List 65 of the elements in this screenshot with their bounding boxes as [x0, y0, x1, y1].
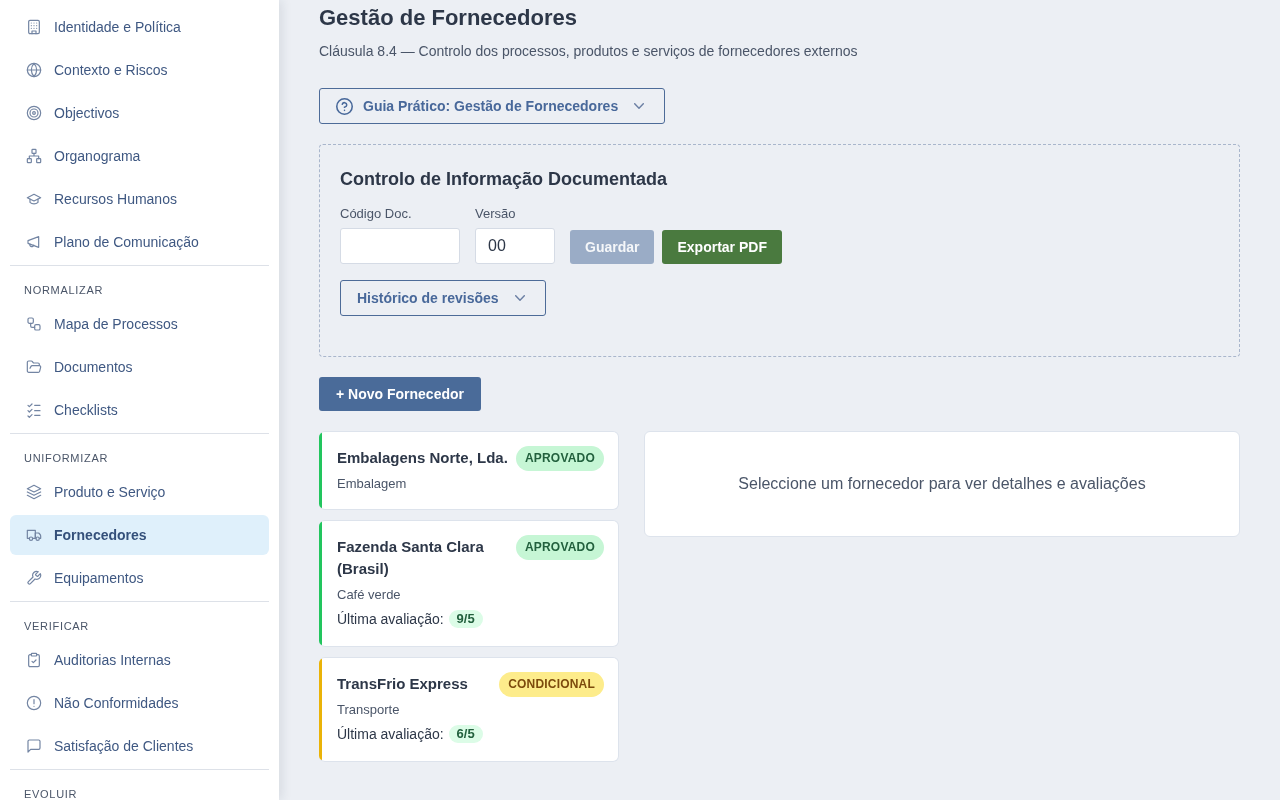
- sidebar-item[interactable]: Satisfação de Clientes: [10, 726, 269, 766]
- sidebar-item[interactable]: Equipamentos: [10, 558, 269, 598]
- sidebar-item[interactable]: Plano de Comunicação: [10, 222, 269, 262]
- section-heading: NORMALIZAR: [23, 283, 105, 298]
- supplier-name: TransFrio Express: [337, 674, 468, 694]
- clipboard-check-icon: [26, 652, 42, 668]
- guide-dropdown-button[interactable]: Guia Prático: Gestão de Fornecedores: [319, 88, 666, 124]
- section-heading: UNIFORMIZAR: [23, 451, 110, 466]
- sidebar-item[interactable]: Checklists: [10, 390, 269, 430]
- sidebar-item[interactable]: Produto e Serviço: [10, 472, 269, 512]
- score-badge: 6/5: [448, 725, 483, 743]
- input-field[interactable]: 00: [475, 228, 555, 264]
- connected-squares-icon: [26, 316, 42, 332]
- export-button[interactable]: Exportar PDF: [662, 230, 782, 264]
- org-chart-icon: [26, 148, 42, 164]
- target-icon: [26, 105, 42, 121]
- wrench-icon: [26, 570, 42, 586]
- exclamation-circle-icon: [26, 695, 42, 711]
- sidebar-item[interactable]: Contexto e Riscos: [10, 50, 269, 90]
- sidebar-item[interactable]: Documentos: [10, 347, 269, 387]
- supplier-category: Embalagem: [337, 475, 408, 493]
- field-label: Versão: [475, 205, 517, 223]
- sidebar-item[interactable]: Organograma: [10, 136, 269, 176]
- sidebar-item[interactable]: Mapa de Processos: [10, 304, 269, 344]
- sidebar-item[interactable]: Identidade e Política: [10, 7, 269, 47]
- chevron-down-icon: [634, 103, 645, 109]
- section-heading: EVOLUIR: [23, 787, 79, 800]
- empty-state-message: Seleccione um fornecedor para ver detalhes e avaliações: [738, 475, 1146, 493]
- score-badge: 9/5: [448, 610, 483, 628]
- rating-label: Última avaliação:: [337, 726, 444, 742]
- sidebar-item[interactable]: Recursos Humanos: [10, 179, 269, 219]
- supplier-category: Transporte: [337, 701, 401, 719]
- panel-title: Controlo de Informação Documentada: [340, 168, 669, 191]
- sidebar-item[interactable]: Objectivos: [10, 93, 269, 133]
- question-circle-icon: [336, 97, 353, 115]
- page-title: Gestão de Fornecedores: [319, 4, 578, 32]
- supplier-name: Fazenda Santa Clara (Brasil): [337, 537, 485, 579]
- supplier-card[interactable]: Embalagens Norte, Lda. APROVADO Embalagem: [319, 431, 619, 510]
- chevron-down-icon: [514, 295, 525, 301]
- supplier-card[interactable]: Fazenda Santa Clara (Brasil) APROVADO Café verde Última avaliação: 9/5: [319, 520, 619, 647]
- building-icon: [26, 19, 42, 35]
- graduation-cap-icon: [26, 191, 42, 207]
- input-field[interactable]: [340, 228, 460, 264]
- sidebar-item[interactable]: Auditorias Internas: [10, 640, 269, 680]
- globe-icon: [26, 62, 42, 78]
- truck-icon: [26, 527, 42, 543]
- status-badge: CONDICIONAL: [499, 672, 604, 697]
- sidebar-item[interactable]: Não Conformidades: [10, 683, 269, 723]
- folder-icon: [26, 359, 42, 375]
- page-subtitle: Cláusula 8.4 — Controlo dos processos, produtos e serviços de fornecedores externos: [319, 42, 859, 61]
- section-heading: VERIFICAR: [23, 619, 90, 634]
- rating-label: Última avaliação:: [337, 611, 444, 627]
- speech-bubble-icon: [26, 738, 42, 754]
- supplier-card[interactable]: TransFrio Express CONDICIONAL Transporte Última avaliação: 6/5: [319, 657, 619, 762]
- megaphone-icon: [26, 234, 42, 250]
- history-dropdown-button[interactable]: Histórico de revisões: [340, 280, 546, 316]
- new-supplier-button[interactable]: + Novo Fornecedor: [319, 377, 481, 411]
- layers-icon: [26, 484, 42, 500]
- supplier-category: Café verde: [337, 586, 402, 604]
- checklist-icon: [26, 402, 42, 418]
- status-badge: APROVADO: [515, 446, 604, 471]
- supplier-name: Embalagens Norte, Lda.: [337, 448, 508, 468]
- status-badge: APROVADO: [515, 535, 604, 560]
- field-label: Código Doc.: [340, 205, 413, 223]
- sidebar-item[interactable]: Fornecedores: [10, 515, 269, 555]
